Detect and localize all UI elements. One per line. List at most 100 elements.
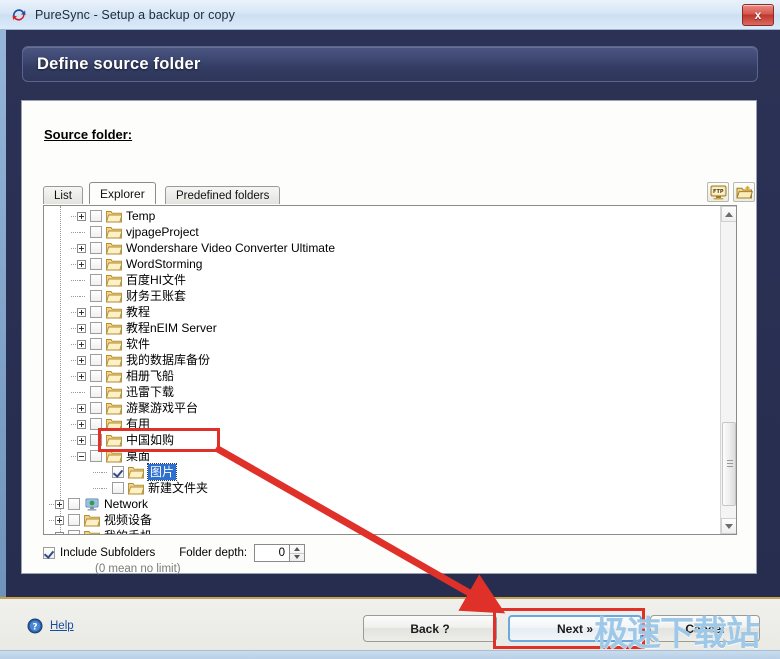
spin-up-button[interactable] — [290, 545, 305, 554]
tree-node-label: 新建文件夹 — [148, 481, 209, 495]
tree-node-checkbox[interactable] — [68, 530, 80, 534]
expand-node-button[interactable] — [55, 531, 64, 534]
page-header-banner: Define source folder — [22, 46, 758, 82]
tree-node-checkbox[interactable] — [90, 370, 102, 382]
tree-row[interactable]: 有用 — [44, 416, 722, 432]
tree-row[interactable]: 我的手机 — [44, 528, 722, 534]
cancel-button[interactable]: Cancel — [650, 615, 760, 642]
tree-node-label: 游聚游戏平台 — [126, 401, 199, 415]
scrollbar-thumb[interactable] — [722, 422, 736, 506]
expand-node-button[interactable] — [77, 419, 86, 429]
tab-list[interactable]: List — [43, 186, 83, 204]
scroll-up-button[interactable] — [721, 206, 736, 222]
tree-node-checkbox[interactable] — [112, 482, 124, 494]
tree-node-checkbox[interactable] — [68, 514, 80, 526]
expand-node-button[interactable] — [77, 307, 86, 317]
tree-row[interactable]: 百度HI文件 — [44, 272, 722, 288]
tree-node-checkbox[interactable] — [90, 418, 102, 430]
tree-row[interactable]: 新建文件夹 — [44, 480, 722, 496]
back-button[interactable]: Back ? — [363, 615, 497, 642]
tree-node-checkbox[interactable] — [90, 210, 102, 222]
expand-node-button[interactable] — [77, 243, 86, 253]
tree-node-checkbox[interactable] — [90, 242, 102, 254]
tree-row[interactable]: 游聚游戏平台 — [44, 400, 722, 416]
tree-row[interactable]: 中国如购 — [44, 432, 722, 448]
tree-connector — [66, 368, 78, 384]
tree-row[interactable]: 视频设备 — [44, 512, 722, 528]
tree-connector — [66, 288, 78, 304]
expand-node-button[interactable] — [77, 355, 86, 365]
tree-row[interactable]: 我的数据库备份 — [44, 352, 722, 368]
tree-row[interactable]: Temp — [44, 208, 722, 224]
tab-predefined-folders[interactable]: Predefined folders — [165, 186, 281, 204]
tab-explorer[interactable]: Explorer — [89, 182, 156, 204]
next-button[interactable]: Next » — [508, 615, 642, 642]
tree-node-label: 我的数据库备份 — [126, 353, 211, 367]
tree-node-checkbox[interactable] — [90, 354, 102, 366]
tree-row[interactable]: 财务王账套 — [44, 288, 722, 304]
folder-depth-stepper[interactable]: 0 — [254, 544, 306, 562]
tree-node-checkbox[interactable] — [90, 402, 102, 414]
tree-row[interactable]: 教程nEIM Server — [44, 320, 722, 336]
tree-node-checkbox[interactable] — [90, 338, 102, 350]
expand-node-button[interactable] — [55, 499, 64, 509]
tree-node-label: Temp — [126, 209, 156, 223]
expand-node-button[interactable] — [77, 211, 86, 221]
tree-connector — [44, 512, 56, 528]
tree-row[interactable]: 软件 — [44, 336, 722, 352]
folder-icon — [105, 290, 123, 303]
expand-node-button[interactable] — [77, 435, 86, 445]
tree-node-label: WordStorming — [126, 257, 203, 271]
tree-node-checkbox[interactable] — [90, 306, 102, 318]
tree-row[interactable]: vjpageProject — [44, 224, 722, 240]
folder-tree[interactable]: Temp vjpageProject Wondershare Video Conve… — [43, 205, 737, 535]
expand-node-button[interactable] — [77, 403, 86, 413]
tree-row[interactable]: Wondershare Video Converter Ultimate — [44, 240, 722, 256]
tree-connector-stub — [77, 292, 88, 301]
tree-row[interactable]: 相册飞船 — [44, 368, 722, 384]
tree-connector — [66, 384, 78, 400]
collapse-node-button[interactable] — [77, 451, 86, 461]
tree-node-label: 教程 — [126, 305, 151, 319]
help-link[interactable]: ? Help — [27, 618, 74, 634]
tree-node-checkbox[interactable] — [90, 258, 102, 270]
tree-node-label: 视频设备 — [104, 513, 153, 527]
tree-node-checkbox[interactable] — [90, 434, 102, 446]
tree-row[interactable]: 迅雷下载 — [44, 384, 722, 400]
ftp-button[interactable]: FTP — [707, 182, 729, 202]
scrollbar-grip-icon — [727, 460, 733, 468]
tree-node-checkbox[interactable] — [68, 498, 80, 510]
folder-depth-spin-buttons[interactable] — [290, 544, 306, 562]
tree-row[interactable]: WordStorming — [44, 256, 722, 272]
tree-node-label: 财务王账套 — [126, 289, 187, 303]
tree-row[interactable]: 图片 — [44, 463, 722, 481]
tree-row[interactable]: Network — [44, 496, 722, 512]
tree-node-checkbox[interactable] — [90, 274, 102, 286]
expand-node-button[interactable] — [77, 323, 86, 333]
tree-node-label: 有用 — [126, 417, 151, 431]
close-button[interactable]: x — [742, 4, 774, 26]
expand-node-button[interactable] — [77, 259, 86, 269]
tree-node-checkbox[interactable] — [90, 322, 102, 334]
tree-options: Include Subfolders Folder depth: 0 — [43, 544, 306, 562]
tree-row[interactable]: 桌面 — [44, 448, 722, 464]
new-folder-button[interactable] — [733, 182, 755, 202]
expand-node-button[interactable] — [77, 371, 86, 381]
spin-down-button[interactable] — [290, 554, 304, 562]
tree-toolbar: FTP — [707, 182, 755, 202]
include-subfolders-checkbox[interactable] — [43, 547, 55, 559]
expand-node-button[interactable] — [77, 339, 86, 349]
tree-row[interactable]: 教程 — [44, 304, 722, 320]
scroll-down-button[interactable] — [721, 518, 736, 534]
tree-connector — [66, 208, 78, 224]
puresync-wizard-window: PureSync - Setup a backup or copy x Defi… — [0, 0, 780, 659]
tree-node-checkbox[interactable] — [90, 386, 102, 398]
tree-node-checkbox[interactable] — [90, 226, 102, 238]
expand-node-button[interactable] — [55, 515, 64, 525]
folder-depth-input[interactable]: 0 — [254, 544, 291, 562]
help-label: Help — [50, 620, 74, 632]
tree-node-checkbox[interactable] — [112, 466, 124, 478]
tree-vertical-scrollbar[interactable] — [720, 206, 736, 534]
tree-node-checkbox[interactable] — [90, 290, 102, 302]
tree-node-checkbox[interactable] — [90, 450, 102, 462]
